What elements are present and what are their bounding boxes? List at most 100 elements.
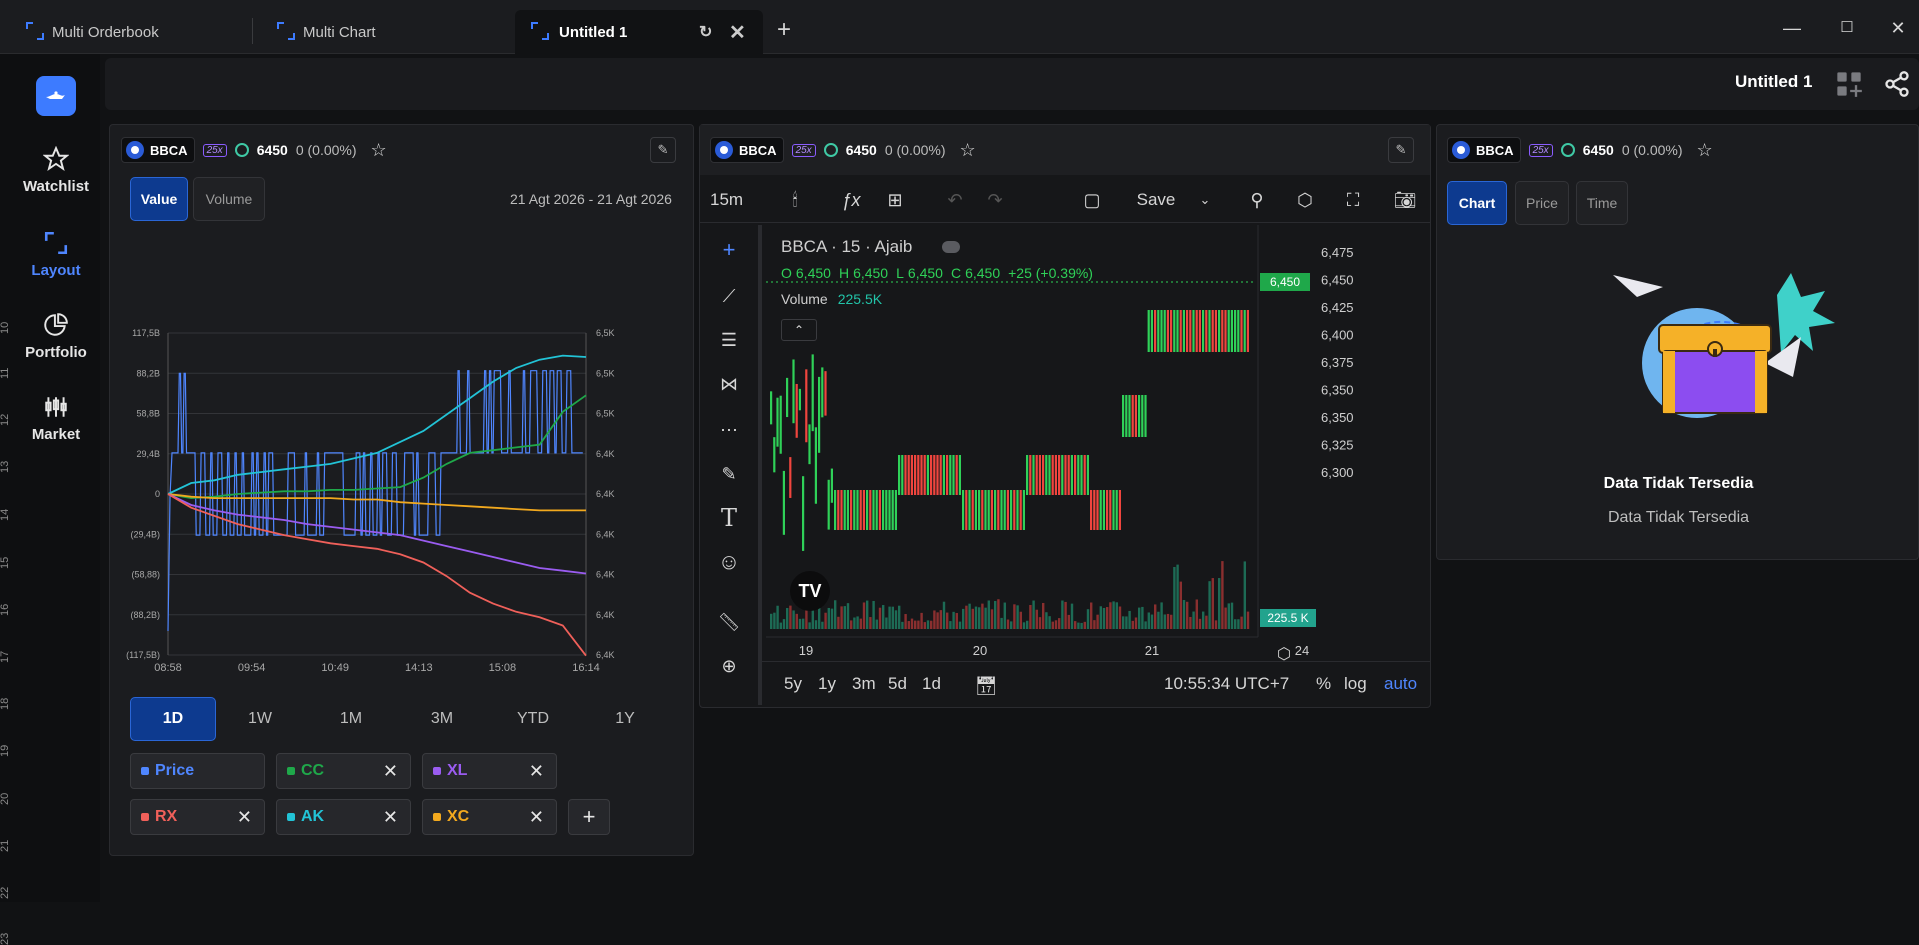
- tab-multi-chart[interactable]: Multi Chart: [277, 10, 507, 54]
- fib-lines-icon[interactable]: ☰: [714, 325, 744, 355]
- range-3m[interactable]: 3m: [852, 674, 876, 694]
- series-chip-xc[interactable]: XC ✕: [422, 799, 557, 835]
- range-ytd[interactable]: YTD: [488, 697, 578, 741]
- goto-date-icon[interactable]: 📅︎: [972, 672, 1000, 700]
- layout-square-icon[interactable]: ▢: [1077, 185, 1107, 215]
- forecast-icon[interactable]: ⋯: [714, 415, 744, 445]
- refresh-icon[interactable]: ↻: [699, 22, 712, 42]
- volume-bar: [1211, 578, 1214, 629]
- remove-icon[interactable]: ✕: [383, 761, 398, 782]
- range-5y[interactable]: 5y: [784, 674, 802, 694]
- range-1y[interactable]: 1Y: [580, 697, 670, 741]
- remove-icon[interactable]: ✕: [529, 761, 544, 782]
- auto-scale[interactable]: auto: [1384, 674, 1417, 694]
- remove-icon[interactable]: ✕: [237, 807, 252, 828]
- series-chip-ak[interactable]: AK ✕: [276, 799, 411, 835]
- sidebar-item-market[interactable]: Market: [0, 394, 112, 443]
- tab-untitled-1[interactable]: Untitled 1 ↻ ✕: [515, 10, 763, 54]
- range-1d[interactable]: 1d: [922, 674, 941, 694]
- range-1y[interactable]: 1y: [818, 674, 836, 694]
- value-toggle[interactable]: Value: [130, 177, 188, 221]
- indicators-icon[interactable]: ƒx: [836, 185, 866, 215]
- star-icon[interactable]: ☆: [960, 140, 976, 161]
- series-chip-cc[interactable]: CC ✕: [276, 753, 411, 789]
- templates-icon[interactable]: ⊞: [880, 185, 910, 215]
- undo-icon[interactable]: ↶: [940, 185, 970, 215]
- collapse-legend-button[interactable]: ⌃: [781, 319, 817, 341]
- symbol-selector[interactable]: BBCA: [710, 137, 784, 163]
- volume-bar: [1058, 618, 1061, 629]
- save-button[interactable]: Save: [1130, 185, 1182, 215]
- volume-toggle[interactable]: Volume: [193, 177, 265, 221]
- volume-bar: [984, 607, 987, 629]
- y-left-tick-label: (117,5B): [126, 650, 160, 660]
- star-icon[interactable]: ☆: [1697, 140, 1713, 161]
- percent-scale[interactable]: %: [1316, 674, 1331, 694]
- volume-bar: [1234, 619, 1237, 629]
- candle: [1096, 490, 1099, 530]
- fullscreen-icon[interactable]: ⛶: [1338, 185, 1368, 215]
- edit-icon[interactable]: ✎: [650, 137, 676, 163]
- remove-icon[interactable]: ✕: [383, 807, 398, 828]
- chevron-down-icon[interactable]: ⌄: [1195, 185, 1215, 215]
- settings-hex-icon[interactable]: ⬡: [1290, 185, 1320, 215]
- range-1w[interactable]: 1W: [215, 697, 305, 741]
- candle-type-icon[interactable]: 🕯︎: [780, 185, 810, 215]
- row-number: 12: [0, 413, 11, 426]
- symbol-selector[interactable]: BBCA: [121, 137, 195, 163]
- crosshair-icon[interactable]: +: [714, 235, 744, 265]
- camera-icon[interactable]: 📷︎: [1390, 185, 1420, 215]
- share-icon[interactable]: [1883, 70, 1911, 98]
- sidebar-item-layout[interactable]: Layout: [0, 230, 112, 279]
- remove-icon[interactable]: ✕: [529, 807, 544, 828]
- series-color-dot: [287, 813, 295, 821]
- volume-bar: [1166, 613, 1170, 629]
- candle: [1240, 310, 1243, 352]
- edit-icon[interactable]: ✎: [1388, 137, 1414, 163]
- series-chip-xl[interactable]: XL ✕: [422, 753, 557, 789]
- alert-search-icon[interactable]: ⚲: [1242, 185, 1272, 215]
- interval-selector[interactable]: 15m: [710, 185, 743, 215]
- text-tool-icon[interactable]: T: [714, 503, 744, 533]
- add-series-button[interactable]: +: [568, 799, 610, 835]
- tab-price[interactable]: Price: [1515, 181, 1569, 225]
- range-1m[interactable]: 1M: [306, 697, 396, 741]
- range-1d[interactable]: 1D: [130, 697, 216, 741]
- redo-icon[interactable]: ↷: [980, 185, 1010, 215]
- flow-panel: BBCA 25x 6450 0 (0.00%) ☆ ✎ Value Volume…: [109, 124, 694, 856]
- symbol-selector[interactable]: BBCA: [1447, 137, 1521, 163]
- minimize-icon[interactable]: —: [1780, 16, 1804, 40]
- volume-bar: [1141, 606, 1144, 629]
- range-5d[interactable]: 5d: [888, 674, 907, 694]
- log-scale[interactable]: log: [1344, 674, 1367, 694]
- tab-time[interactable]: Time: [1576, 181, 1628, 225]
- legend-collapse-icon[interactable]: [942, 241, 960, 253]
- ruler-icon[interactable]: 📏︎: [714, 607, 744, 637]
- candle: [1077, 455, 1080, 495]
- series-chip-price[interactable]: Price: [130, 753, 265, 789]
- maximize-icon[interactable]: ☐: [1835, 16, 1859, 40]
- sidebar-item-watchlist[interactable]: Watchlist: [0, 146, 112, 195]
- new-tab-plus-icon[interactable]: +: [772, 18, 796, 42]
- app-logo[interactable]: [36, 76, 76, 116]
- candle: [1064, 455, 1067, 495]
- trendline-icon[interactable]: ⟋: [714, 281, 744, 311]
- candle: [869, 490, 872, 530]
- volume-bar: [1240, 616, 1243, 629]
- range-3m[interactable]: 3M: [397, 697, 487, 741]
- brush-icon[interactable]: ✎: [714, 459, 744, 489]
- candle: [773, 437, 776, 473]
- close-window-icon[interactable]: ✕: [1886, 16, 1910, 40]
- add-widget-icon[interactable]: [1835, 70, 1863, 98]
- star-icon[interactable]: ☆: [371, 140, 387, 161]
- close-tab-icon[interactable]: ✕: [729, 20, 746, 45]
- price-change: 0 (0.00%): [1621, 142, 1683, 158]
- zoom-in-icon[interactable]: ⊕: [714, 651, 744, 681]
- tradingview-logo[interactable]: TV: [790, 571, 830, 611]
- sidebar-item-portfolio[interactable]: Portfolio: [0, 312, 112, 361]
- tab-chart[interactable]: Chart: [1447, 181, 1507, 225]
- tab-multi-orderbook[interactable]: Multi Orderbook: [26, 10, 246, 54]
- series-chip-rx[interactable]: RX ✕: [130, 799, 265, 835]
- emoji-icon[interactable]: ☺: [714, 547, 744, 577]
- pattern-icon[interactable]: ⋈: [714, 369, 744, 399]
